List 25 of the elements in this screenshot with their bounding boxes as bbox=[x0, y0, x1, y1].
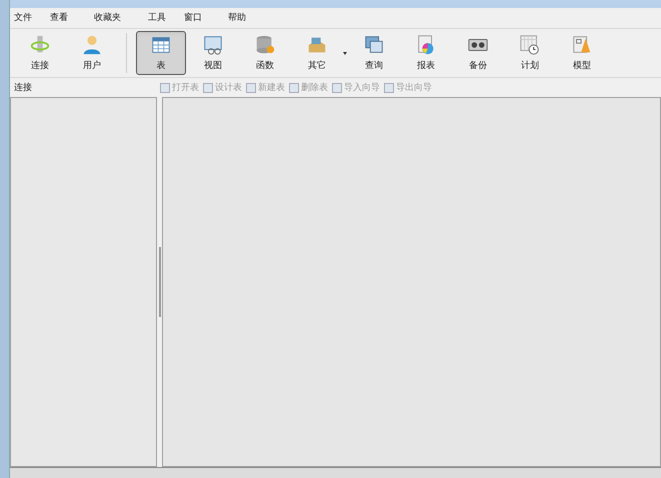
toolbar-button[interactable]: 表 bbox=[136, 31, 186, 75]
toolbar-button[interactable]: 备份 bbox=[453, 31, 503, 75]
toolbar-button[interactable]: 连接 bbox=[15, 31, 65, 75]
panel-title: 连接 bbox=[13, 80, 33, 94]
menu-item[interactable]: 工具 bbox=[144, 11, 180, 25]
toolbar-button[interactable]: 查询 bbox=[349, 31, 399, 75]
menu-item[interactable]: 窗口 bbox=[180, 11, 224, 25]
database-icon bbox=[254, 34, 276, 56]
calendar-clock-icon bbox=[519, 34, 541, 56]
dropdown-caret-icon[interactable] bbox=[343, 52, 347, 54]
menu-item[interactable]: 帮助 bbox=[224, 11, 268, 25]
toolbar-button[interactable]: 其它 bbox=[292, 31, 342, 75]
toolbar-button[interactable]: 视图 bbox=[188, 31, 238, 75]
menu-item[interactable]: 收藏夹 bbox=[90, 11, 144, 25]
diagram-icon bbox=[571, 34, 593, 56]
toolbar-button[interactable]: 计划 bbox=[505, 31, 555, 75]
user-icon bbox=[81, 34, 103, 56]
menu-item[interactable]: 文件 bbox=[10, 11, 46, 25]
toolbar-button[interactable]: 用户 bbox=[67, 31, 117, 75]
view-icon bbox=[202, 34, 224, 56]
menu-item[interactable]: 查看 bbox=[46, 11, 90, 25]
toolbar-button[interactable]: 模型 bbox=[557, 31, 607, 75]
toolbar-button[interactable]: 报表 bbox=[401, 31, 451, 75]
window-icon bbox=[363, 34, 385, 56]
toolbar-button[interactable]: 函数 bbox=[240, 31, 290, 75]
